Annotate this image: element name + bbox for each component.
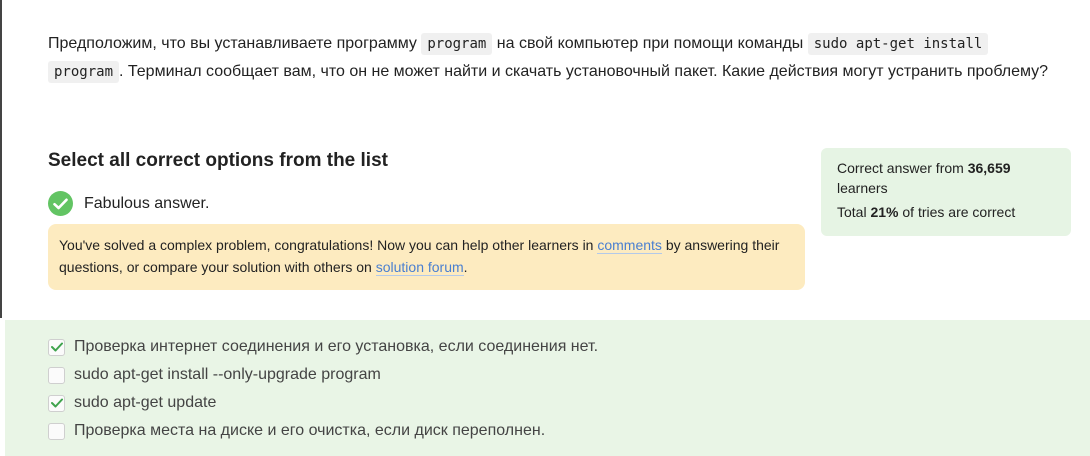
left-edge-divider (0, 0, 2, 318)
option-item[interactable]: sudo apt-get install --only-upgrade prog… (48, 366, 381, 384)
hint-text-3: . (463, 259, 468, 275)
result-status: Fabulous answer. (48, 191, 209, 216)
question-code-command: sudo apt-get install (807, 33, 989, 55)
options-list: Проверка интернет соединения и его устан… (5, 320, 1090, 456)
instruction-heading: Select all correct options from the list (48, 150, 388, 171)
step-page: Предположим, что вы устанавливаете прогр… (0, 0, 1090, 456)
checkmark-icon (50, 398, 63, 408)
question-text-part-1: Предположим, что вы устанавливаете прогр… (48, 35, 422, 52)
checkmark-icon (50, 342, 63, 352)
percent-correct: 21% (870, 204, 899, 220)
question-code-program: program (421, 33, 493, 55)
checkbox[interactable] (48, 422, 65, 440)
option-label: Проверка места на диске и его очистка, е… (74, 422, 546, 439)
question-code-command-cont: program (48, 61, 120, 83)
stats-suffix-1: learners (837, 180, 888, 196)
comments-link[interactable]: comments (597, 237, 662, 254)
stats-suffix-2: of tries are correct (898, 204, 1016, 220)
stats-learners: Correct answer from 36,659 learners (837, 158, 1055, 198)
solution-forum-link[interactable]: solution forum (375, 259, 464, 276)
stats-percent: Total 21% of tries are correct (837, 202, 1055, 222)
hint-box: You've solved a complex problem, congrat… (48, 224, 805, 290)
stats-prefix-1: Correct answer from (837, 160, 968, 176)
option-label: Проверка интернет соединения и его устан… (74, 338, 599, 355)
question-text: Предположим, что вы устанавливаете прогр… (48, 30, 1073, 86)
option-item[interactable]: Проверка места на диске и его очистка, е… (48, 422, 545, 440)
option-label: sudo apt-get update (74, 394, 217, 411)
option-item[interactable]: Проверка интернет соединения и его устан… (48, 338, 598, 356)
checkbox[interactable] (48, 366, 65, 384)
question-text-part-3: . Терминал сообщает вам, что он не может… (119, 63, 1049, 80)
checkbox[interactable] (48, 394, 65, 412)
option-item[interactable]: sudo apt-get update (48, 394, 216, 412)
question-text-part-2: на свой компьютер при помощи команды (492, 35, 808, 52)
check-circle-icon (48, 191, 73, 216)
hint-text-1: You've solved a complex problem, congrat… (59, 237, 598, 253)
stats-prefix-2: Total (837, 204, 871, 220)
result-text: Fabulous answer. (84, 194, 210, 212)
checkbox[interactable] (48, 338, 65, 356)
option-label: sudo apt-get install --only-upgrade prog… (74, 366, 381, 383)
learners-count: 36,659 (967, 160, 1011, 176)
stats-box: Correct answer from 36,659 learners Total… (821, 148, 1071, 236)
